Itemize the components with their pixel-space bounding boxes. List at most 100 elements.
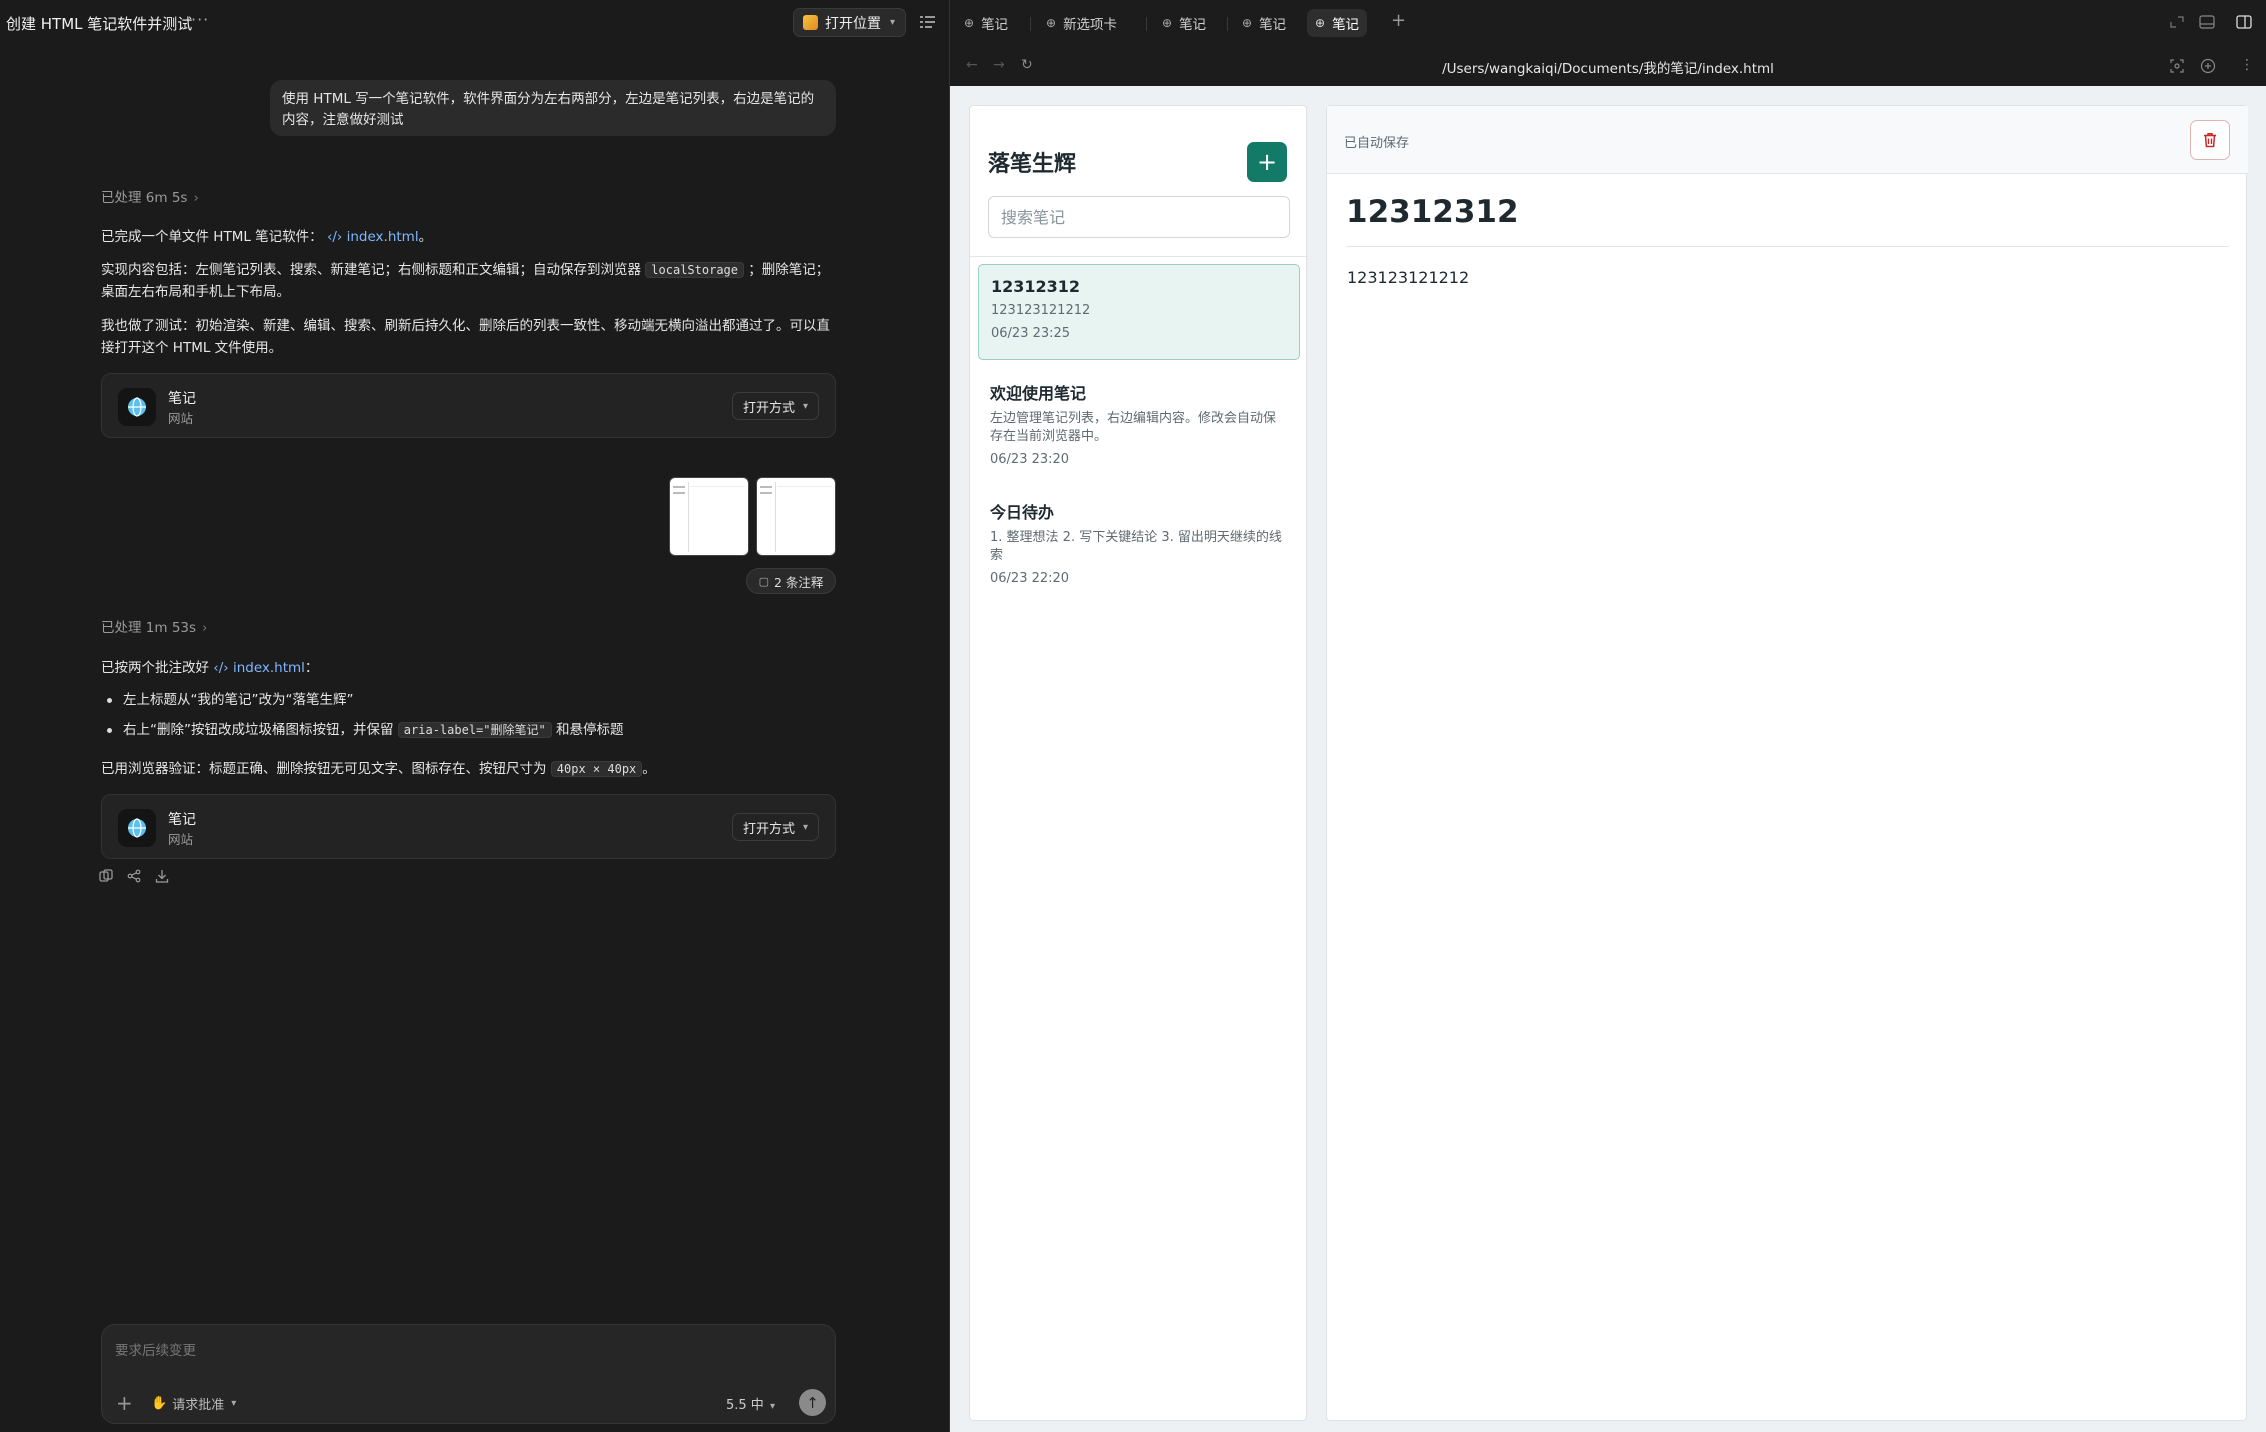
note-preview: 1. 整理想法 2. 写下关键结论 3. 留出明天继续的线索	[990, 530, 1282, 563]
globe-icon: ⊕	[1162, 16, 1173, 30]
note-editor: 已自动保存 12312312 123123121212	[1326, 105, 2248, 1421]
editor-header: 已自动保存	[1327, 106, 2248, 174]
browser-tab[interactable]: ⊕ 新选项卡	[1038, 9, 1125, 37]
send-button[interactable]: ↑	[799, 1389, 826, 1416]
add-circle-icon[interactable]	[2200, 58, 2216, 74]
composer-input[interactable]: 要求后续变更	[115, 1339, 196, 1359]
note-title: 12312312	[991, 277, 1081, 296]
open-as-button[interactable]: 打开方式 ▾	[731, 392, 819, 420]
website-card[interactable]: 笔记 网站 打开方式 ▾	[101, 794, 836, 859]
user-message: 使用 HTML 写一个笔记软件，软件界面分为左右两部分，左边是笔记列表，右边是笔…	[270, 80, 836, 136]
open-as-button[interactable]: 打开方式 ▾	[731, 813, 819, 841]
processed-toggle[interactable]: 已处理 1m 53s ›	[101, 616, 207, 636]
search-input[interactable]	[988, 196, 1290, 238]
tab-label: 笔记	[1259, 17, 1287, 33]
add-attachment-icon[interactable]: +	[116, 1391, 133, 1415]
file-link[interactable]: ‹/› index.html	[213, 660, 305, 676]
list-item: 左上标题从“我的笔记”改为“落笔生辉”	[101, 685, 836, 715]
window-icon[interactable]	[2199, 15, 2215, 29]
chevron-right-icon: ›	[193, 190, 199, 206]
copy-icon[interactable]	[98, 868, 114, 884]
note-date: 06/23 22:20	[990, 571, 1070, 586]
tab-label: 笔记	[981, 17, 1009, 33]
annotations-badge[interactable]: ▢ 2 条注释	[746, 568, 836, 594]
note-title-input[interactable]: 12312312	[1346, 194, 1519, 230]
reply-paragraph: 实现内容包括：左侧笔记列表、搜索、新建笔记；右侧标题和正文编辑；自动保存到浏览器…	[101, 259, 836, 303]
reply-text: 已完成一个单文件 HTML 笔记软件：	[101, 229, 323, 245]
model-select[interactable]: 5.5 中 ▾	[726, 1394, 775, 1413]
download-icon[interactable]	[154, 868, 170, 884]
more-vertical-icon[interactable]: ⋮	[2240, 57, 2254, 73]
screenshot-thumbnail[interactable]	[669, 477, 749, 556]
inline-code: 40px × 40px	[550, 761, 643, 777]
website-card[interactable]: 笔记 网站 打开方式 ▾	[101, 373, 836, 438]
approval-mode-label: 请求批准	[172, 1398, 225, 1413]
globe-icon	[118, 809, 156, 847]
chevron-down-icon: ▾	[890, 17, 896, 28]
list-icon[interactable]	[920, 15, 935, 29]
card-subtitle: 网站	[168, 411, 194, 426]
reply-paragraph: 已完成一个单文件 HTML 笔记软件： ‹/› index.html。	[101, 226, 836, 248]
processed-label: 已处理 1m 53s	[101, 620, 197, 636]
file-link[interactable]: ‹/› index.html	[327, 229, 419, 245]
note-item[interactable]: 今日待办 1. 整理想法 2. 写下关键结论 3. 留出明天继续的线索 06/2…	[978, 487, 1300, 598]
note-item-active[interactable]: 12312312 123123121212 06/23 23:25	[978, 264, 1300, 360]
sidebar-toggle-icon[interactable]	[2236, 15, 2252, 29]
comment-icon: ▢	[758, 574, 769, 588]
browser-tab[interactable]: ⊕ 笔记	[1234, 9, 1294, 37]
note-item[interactable]: 欢迎使用笔记 左边管理笔记列表，右边编辑内容。修改会自动保存在当前浏览器中。 0…	[978, 368, 1300, 479]
new-tab-icon[interactable]: +	[1391, 10, 1406, 31]
tab-separator	[1227, 17, 1228, 31]
chat-title: 创建 HTML 笔记软件并测试	[6, 15, 193, 33]
tab-label: 笔记	[1179, 17, 1207, 33]
plus-icon: +	[1256, 148, 1278, 176]
note-preview: 123123121212	[991, 303, 1091, 318]
tab-label: 笔记	[1332, 17, 1360, 33]
chevron-down-icon: ▾	[802, 821, 808, 833]
list-item-text: 和悬停标题	[556, 722, 624, 738]
open-location-button[interactable]: 打开位置 ▾	[793, 8, 906, 37]
arrow-up-icon: ↑	[806, 1393, 819, 1412]
url-field[interactable]: /Users/wangkaiqi/Documents/我的笔记/index.ht…	[950, 57, 2266, 77]
delete-note-button[interactable]	[2190, 120, 2230, 160]
note-body-textarea[interactable]: 123123121212	[1347, 268, 1469, 287]
browser-tab[interactable]: ⊕ 笔记	[1154, 9, 1214, 37]
processed-label: 已处理 6m 5s	[101, 190, 188, 206]
chevron-down-icon: ▾	[769, 1401, 775, 1412]
title-divider	[1346, 246, 2229, 247]
reply-paragraph: 已按两个批注改好 ‹/› index.html：	[101, 657, 836, 679]
list-item-text: 左上标题从“我的笔记”改为“落笔生辉”	[123, 692, 354, 708]
globe-icon: ⊕	[1242, 16, 1253, 30]
globe-icon: ⊕	[1315, 16, 1326, 30]
approval-mode-select[interactable]: ✋ 请求批准 ▾	[151, 1394, 236, 1413]
browser-tab-active[interactable]: ⊕ 笔记	[1307, 9, 1368, 37]
chevron-right-icon: ›	[202, 620, 208, 636]
thumb-line	[690, 486, 745, 487]
file-link-label: index.html	[232, 660, 305, 676]
address-bar: ← → ↻ /Users/wangkaiqi/Documents/我的笔记/in…	[950, 46, 2266, 86]
thumb-line	[760, 486, 772, 488]
thumb-divider	[688, 482, 689, 552]
browser-pane: ⊕ 笔记 ⊕ 新选项卡 ⊕ 笔记 ⊕ 笔记 ⊕ 笔记 + ← → ↻ /User…	[950, 0, 2266, 1432]
composer[interactable]: 要求后续变更 + ✋ 请求批准 ▾ 5.5 中 ▾ ↑	[101, 1324, 836, 1424]
app-icon	[803, 15, 818, 30]
app-title: 落笔生辉	[988, 152, 1077, 177]
open-location-label: 打开位置	[825, 15, 881, 32]
list-item: 右上“删除”按钮改成垃圾桶图标按钮，并保留 aria-label="删除笔记" …	[101, 715, 836, 745]
trash-icon	[2204, 133, 2216, 148]
new-note-button[interactable]: +	[1247, 142, 1287, 182]
chat-pane: 创建 HTML 笔记软件并测试 ··· 打开位置 ▾ 使用 HTML 写一个笔记…	[0, 0, 949, 1432]
reply-text: ：	[304, 660, 319, 676]
screenshot-icon[interactable]	[2169, 58, 2185, 74]
screenshot-thumbnail[interactable]	[756, 477, 836, 556]
note-date: 06/23 23:20	[990, 452, 1070, 467]
expand-icon[interactable]	[2169, 15, 2185, 29]
processed-toggle[interactable]: 已处理 6m 5s ›	[101, 186, 199, 206]
reply-text: 。	[642, 761, 656, 777]
reply-paragraph: 已用浏览器验证：标题正确、删除按钮无可见文字、图标存在、按钮尺寸为 40px ×…	[101, 758, 836, 780]
share-icon[interactable]	[126, 868, 142, 884]
more-icon[interactable]: ···	[191, 10, 209, 29]
tab-label: 新选项卡	[1063, 17, 1118, 33]
inline-code: localStorage	[645, 262, 744, 278]
browser-tab[interactable]: ⊕ 笔记	[956, 9, 1016, 37]
